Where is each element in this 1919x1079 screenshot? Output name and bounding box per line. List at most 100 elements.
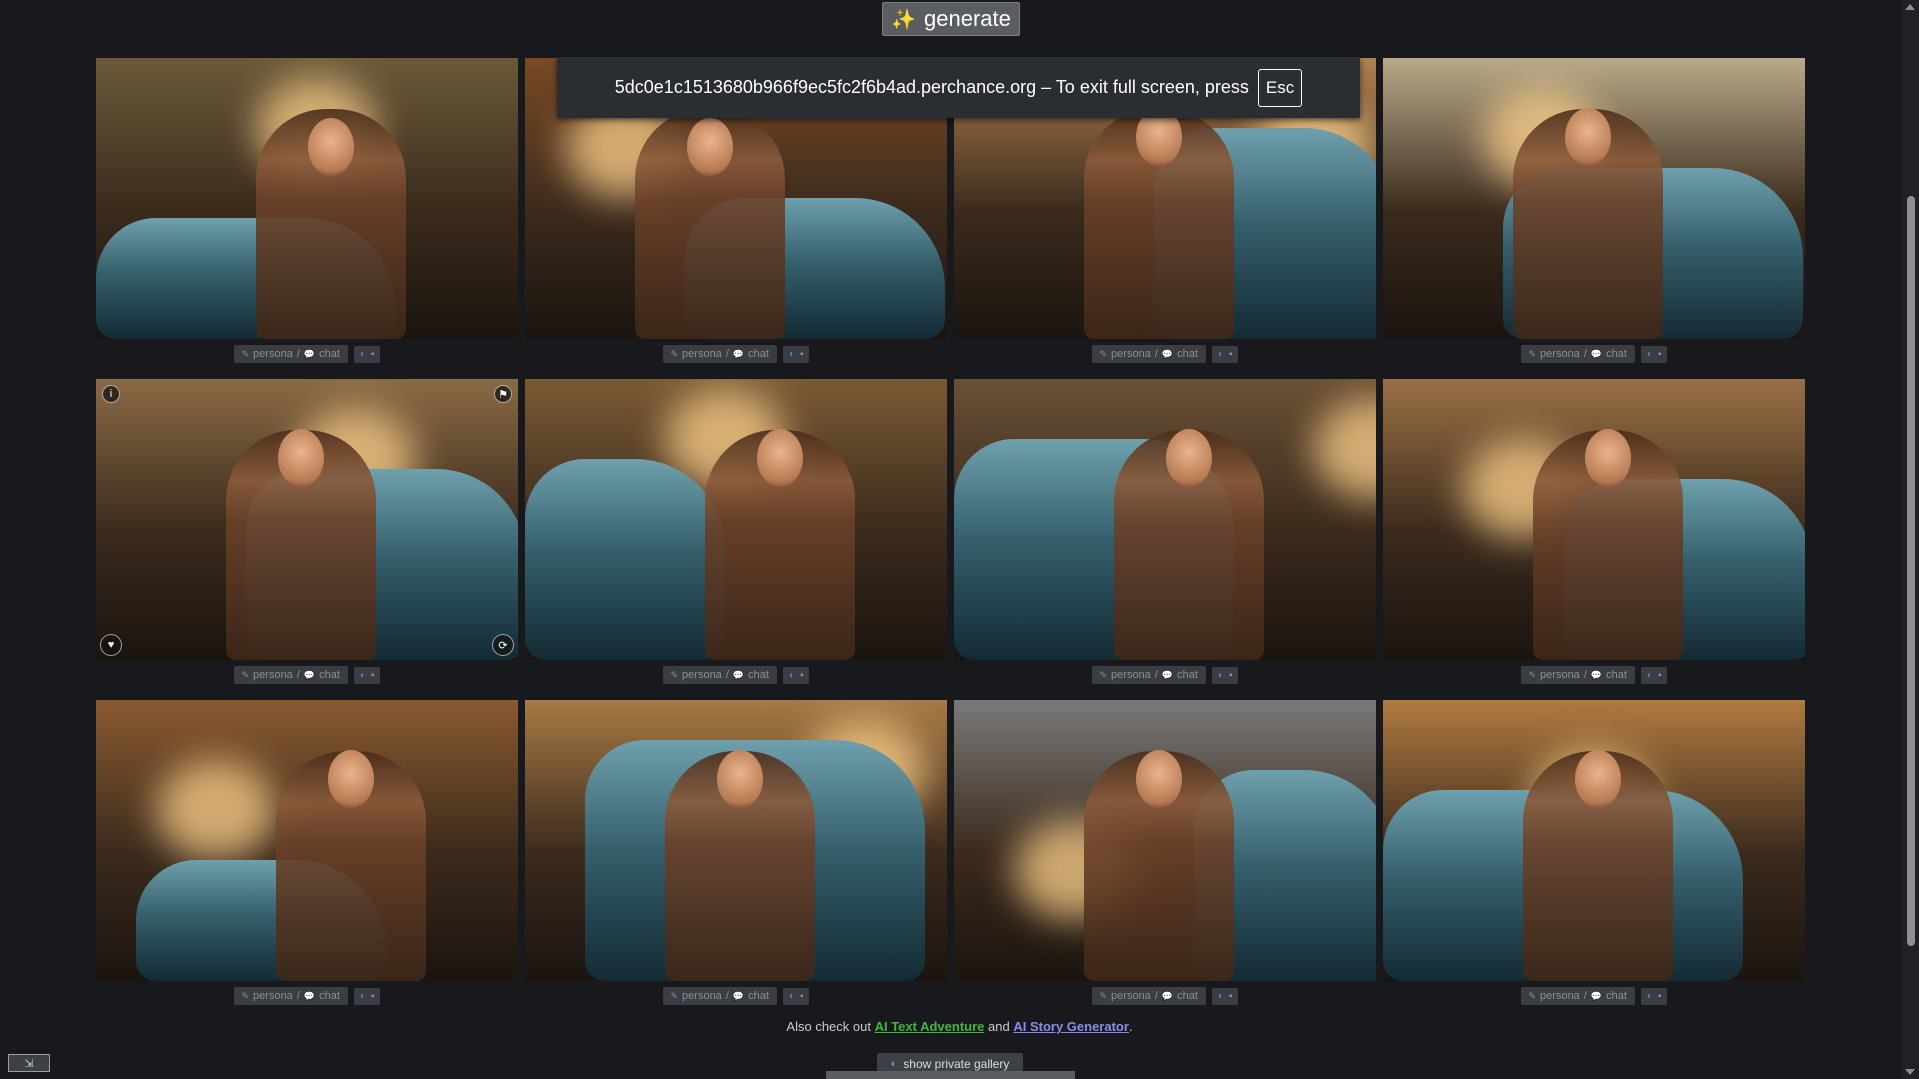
card-action-buttons: ◐ ▪ — [353, 666, 381, 684]
face — [1136, 750, 1182, 808]
gallery-image[interactable] — [525, 700, 947, 981]
scroll-up-arrow-icon[interactable] — [1905, 4, 1915, 10]
visibility-icon[interactable]: ◐ — [1218, 991, 1224, 1002]
gallery-image[interactable] — [954, 700, 1376, 981]
refresh-icon[interactable]: ⟳ — [492, 634, 514, 656]
image-gallery: ✎ persona / 💬 chat ◐ ▪ ✎ persona / 💬 cha… — [96, 58, 1805, 1011]
persona-label: persona — [682, 990, 722, 1002]
gallery-card: ✎ persona / 💬 chat ◐ ▪ — [1383, 58, 1805, 369]
persona-chat-link[interactable]: ✎ persona / 💬 chat — [1091, 666, 1206, 684]
persona-icon: ✎ — [1528, 990, 1537, 1001]
gallery-image[interactable] — [525, 379, 947, 660]
chat-icon: 💬 — [1161, 669, 1174, 680]
persona-chat-link[interactable]: ✎ persona / 💬 chat — [233, 987, 348, 1005]
gallery-image[interactable] — [96, 58, 518, 339]
fullscreen-notice: 5dc0e1c1513680b966f9ec5fc2f6b4ad.perchan… — [557, 57, 1360, 118]
save-icon[interactable]: ▪ — [800, 991, 804, 1002]
persona-icon: ✎ — [1528, 669, 1537, 680]
save-icon[interactable]: ▪ — [371, 991, 375, 1002]
persona-chat-link[interactable]: ✎ persona / 💬 chat — [233, 666, 348, 684]
gallery-image[interactable] — [1383, 379, 1805, 660]
gallery-image[interactable] — [1383, 700, 1805, 981]
persona-label: persona — [1540, 348, 1580, 360]
persona-label: persona — [253, 348, 293, 360]
persona-label: persona — [1540, 990, 1580, 1002]
generate-button[interactable]: ✨ generate — [882, 2, 1020, 36]
gallery-card: ✎ persona / 💬 chat ◐ ▪ — [525, 700, 947, 1011]
separator: / — [296, 669, 300, 681]
visibility-icon[interactable]: ◐ — [360, 670, 366, 681]
persona-chat-link[interactable]: ✎ persona / 💬 chat — [233, 345, 348, 363]
gallery-image[interactable] — [96, 700, 518, 981]
visibility-icon[interactable]: ◐ — [1647, 991, 1653, 1002]
scrollbar-thumb[interactable] — [1907, 196, 1915, 946]
face — [1575, 750, 1621, 808]
persona-icon: ✎ — [670, 990, 679, 1001]
vertical-scrollbar[interactable] — [1902, 0, 1919, 1079]
gallery-image[interactable] — [954, 379, 1376, 660]
persona-chat-link[interactable]: ✎ persona / 💬 chat — [1520, 666, 1635, 684]
ai-story-generator-link[interactable]: AI Story Generator — [1013, 1019, 1129, 1034]
visibility-icon[interactable]: ◐ — [1647, 670, 1653, 681]
save-icon[interactable]: ▪ — [1229, 349, 1233, 360]
card-meta: ✎ persona / 💬 chat ◐ ▪ — [954, 339, 1376, 369]
card-meta: ✎ persona / 💬 chat ◐ ▪ — [96, 981, 518, 1011]
chat-label: chat — [1177, 669, 1198, 681]
ai-text-adventure-link[interactable]: AI Text Adventure — [875, 1019, 985, 1034]
save-icon[interactable]: ▪ — [1229, 991, 1233, 1002]
separator: / — [725, 348, 729, 360]
minimize-corner-button[interactable]: ⇲ — [8, 1054, 50, 1072]
visibility-icon[interactable]: ◐ — [1647, 349, 1653, 360]
gallery-card: ✎ persona / 💬 chat ◐ ▪ — [525, 379, 947, 690]
chat-icon: 💬 — [1590, 669, 1603, 680]
separator: / — [1583, 990, 1587, 1002]
card-action-buttons: ◐ ▪ — [1640, 345, 1668, 363]
persona-chat-link[interactable]: ✎ persona / 💬 chat — [1091, 345, 1206, 363]
separator: / — [1154, 990, 1158, 1002]
persona-chat-link[interactable]: ✎ persona / 💬 chat — [1091, 987, 1206, 1005]
fullscreen-notice-text: 5dc0e1c1513680b966f9ec5fc2f6b4ad.perchan… — [614, 77, 1249, 97]
save-icon[interactable]: ▪ — [800, 670, 804, 681]
face — [278, 429, 324, 487]
persona-chat-link[interactable]: ✎ persona / 💬 chat — [1520, 345, 1635, 363]
save-icon[interactable]: ▪ — [800, 349, 804, 360]
save-icon[interactable]: ▪ — [1658, 349, 1662, 360]
save-icon[interactable]: ▪ — [1658, 991, 1662, 1002]
persona-chat-link[interactable]: ✎ persona / 💬 chat — [662, 987, 777, 1005]
visibility-icon[interactable]: ◐ — [360, 349, 366, 360]
persona-label: persona — [1111, 348, 1151, 360]
persona-icon: ✎ — [670, 348, 679, 359]
visibility-icon[interactable]: ◐ — [789, 670, 795, 681]
persona-chat-link[interactable]: ✎ persona / 💬 chat — [1520, 987, 1635, 1005]
save-icon[interactable]: ▪ — [371, 670, 375, 681]
gallery-card: ✎ persona / 💬 chat ◐ ▪ — [954, 379, 1376, 690]
save-icon[interactable]: ▪ — [1658, 670, 1662, 681]
visibility-icon[interactable]: ◐ — [360, 991, 366, 1002]
face — [717, 750, 763, 808]
card-action-buttons: ◐ ▪ — [1640, 666, 1668, 684]
face — [1585, 429, 1631, 487]
chat-icon: 💬 — [1590, 348, 1603, 359]
gallery-image[interactable] — [1383, 58, 1805, 339]
card-action-buttons: ◐ ▪ — [1211, 987, 1239, 1005]
visibility-icon[interactable]: ◐ — [789, 991, 795, 1002]
visibility-icon[interactable]: ◐ — [1218, 349, 1224, 360]
save-icon[interactable]: ▪ — [1229, 670, 1233, 681]
card-meta: ✎ persona / 💬 chat ◐ ▪ — [1383, 981, 1805, 1011]
sparkles-icon: ✨ — [891, 8, 917, 31]
scroll-down-arrow-icon[interactable] — [1905, 1069, 1915, 1075]
chat-icon: 💬 — [303, 669, 316, 680]
visibility-icon[interactable]: ◐ — [1218, 670, 1224, 681]
face — [687, 118, 733, 176]
card-action-buttons: ◐ ▪ — [353, 987, 381, 1005]
persona-chat-link[interactable]: ✎ persona / 💬 chat — [662, 666, 777, 684]
gallery-image[interactable]: i ⚑ ♥ ⟳ — [96, 379, 518, 660]
persona-icon: ✎ — [241, 348, 250, 359]
heart-icon[interactable]: ♥ — [100, 634, 122, 656]
info-icon[interactable]: i — [102, 385, 120, 403]
face — [308, 118, 354, 176]
save-icon[interactable]: ▪ — [371, 349, 375, 360]
flag-icon[interactable]: ⚑ — [494, 385, 512, 403]
persona-chat-link[interactable]: ✎ persona / 💬 chat — [662, 345, 777, 363]
visibility-icon[interactable]: ◐ — [789, 349, 795, 360]
